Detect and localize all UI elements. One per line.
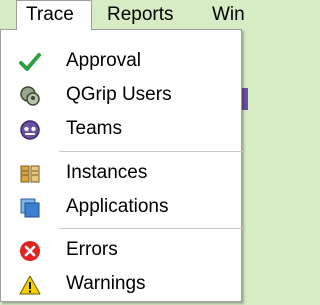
menu-item-applications[interactable]: Applications: [1, 190, 241, 224]
menu-bar: Trace Reports Win: [0, 0, 248, 30]
menu-item-label: Applications: [66, 196, 169, 217]
warning-icon: [19, 274, 41, 296]
instances-icon: [19, 163, 41, 185]
menu-window[interactable]: Win: [203, 0, 254, 30]
menu-separator: [59, 151, 243, 152]
teams-icon: [19, 119, 41, 141]
menu-item-label: Teams: [66, 118, 122, 139]
trace-menu: Approval QGrip Users Teams Instances App…: [0, 29, 243, 302]
menu-item-warnings[interactable]: Warnings: [1, 267, 241, 301]
menu-reports[interactable]: Reports: [98, 0, 183, 30]
background-window-strip: [242, 88, 248, 110]
menu-trace[interactable]: Trace: [16, 0, 92, 30]
menu-item-label: Instances: [66, 162, 148, 183]
error-icon: [19, 240, 41, 262]
menu-item-errors[interactable]: Errors: [1, 233, 241, 267]
menu-separator: [59, 228, 243, 229]
menu-item-approval[interactable]: Approval: [1, 44, 241, 78]
menu-item-label: Approval: [66, 50, 141, 71]
menu-item-label: QGrip Users: [66, 84, 172, 105]
users-icon: [19, 85, 41, 107]
applications-icon: [19, 197, 41, 219]
menu-item-teams[interactable]: Teams: [1, 112, 241, 146]
menu-item-instances[interactable]: Instances: [1, 156, 241, 190]
menu-item-qgrip-users[interactable]: QGrip Users: [1, 78, 241, 112]
check-icon: [19, 51, 41, 73]
menu-item-label: Warnings: [66, 273, 146, 294]
menu-item-label: Errors: [66, 239, 118, 260]
